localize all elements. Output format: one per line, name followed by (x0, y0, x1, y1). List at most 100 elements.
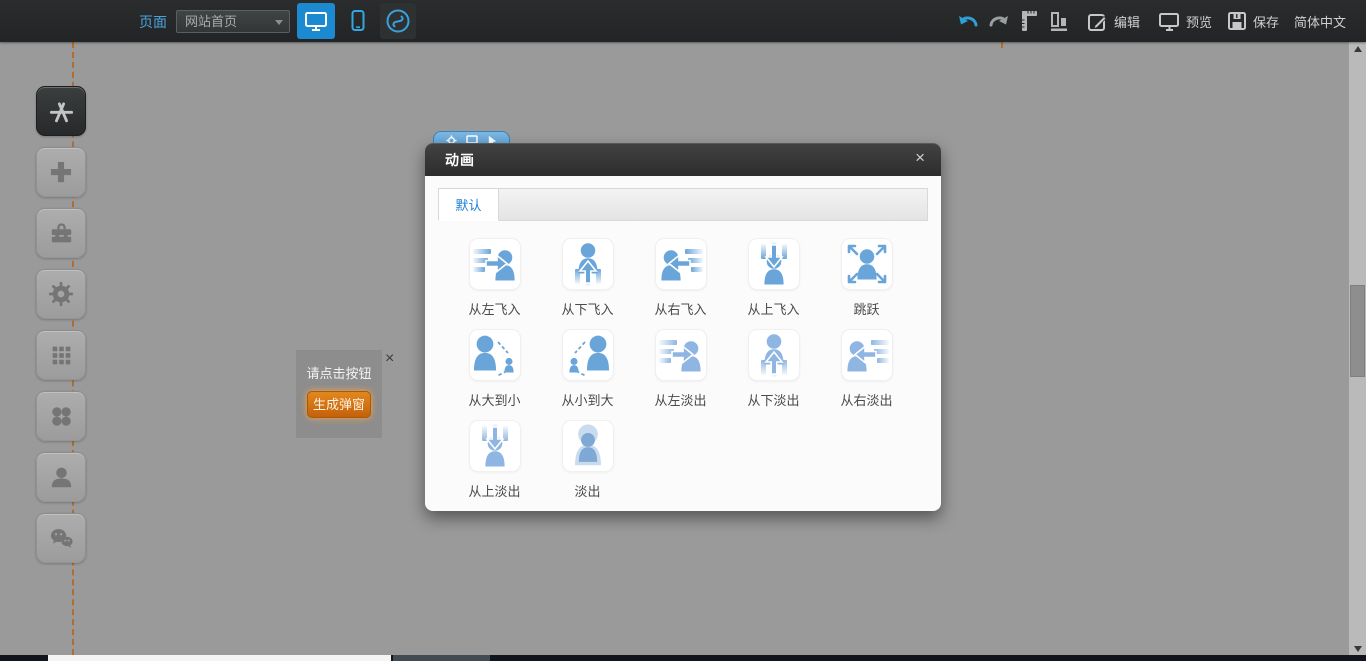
small-to-big-icon (564, 331, 612, 379)
sidebar-item-app-market[interactable] (36, 86, 86, 136)
desktop-view-button[interactable] (297, 3, 335, 39)
modal-close-icon[interactable]: × (915, 149, 925, 168)
stats-icon (1048, 9, 1070, 33)
sidebar-item-member[interactable] (36, 452, 86, 502)
modal-body: 默认 从左飞入 从 (425, 176, 941, 511)
preview-label: 预览 (1186, 12, 1212, 31)
bottom-strip-gray-segment (393, 655, 490, 661)
animation-option[interactable]: 从右飞入 (634, 238, 727, 318)
modal-title: 动画 (445, 150, 475, 170)
modal-header: 动画 × (425, 143, 941, 176)
animation-label: 跳跃 (853, 299, 879, 318)
animation-option[interactable]: 跳跃 (820, 238, 913, 318)
redo-icon (988, 11, 1010, 31)
big-to-small-icon (471, 331, 519, 379)
sidebar-item-wechat[interactable] (36, 513, 86, 563)
fly-in-top-icon (750, 240, 798, 288)
undo-button[interactable] (957, 0, 979, 42)
animation-option[interactable]: 从小到大 (541, 329, 634, 409)
fade-out-icon (564, 422, 612, 470)
save-icon (1226, 10, 1248, 32)
grid-icon (48, 342, 75, 369)
save-button[interactable]: 保存 (1226, 0, 1279, 42)
undo-icon (957, 11, 979, 31)
animation-label: 从大到小 (468, 390, 520, 409)
animation-grid: 从左飞入 从下飞入 从右飞入 (438, 221, 928, 500)
fly-in-left-icon (471, 240, 519, 288)
animation-label: 从右飞入 (654, 299, 706, 318)
edit-icon (1086, 10, 1109, 33)
popup-trigger-widget: 请点击按钮 生成弹窗 (296, 350, 382, 438)
guide-line-vertical-short (1001, 42, 1003, 48)
animation-label: 从上飞入 (747, 299, 799, 318)
redo-button[interactable] (988, 0, 1010, 42)
left-toolbar (36, 86, 86, 563)
link-icon (385, 8, 411, 34)
ruler-icon (1018, 9, 1040, 33)
toolbox-icon (48, 220, 75, 247)
settings-icon (47, 280, 75, 308)
add-icon (47, 158, 75, 186)
bottom-strip-light-segment (48, 655, 391, 661)
animation-label: 从右淡出 (840, 390, 892, 409)
preview-button[interactable]: 预览 (1158, 0, 1212, 42)
animation-label: 从下淡出 (747, 390, 799, 409)
sidebar-item-add[interactable] (36, 147, 86, 197)
vertical-scrollbar[interactable] (1349, 42, 1366, 655)
animation-label: 淡出 (574, 481, 600, 500)
sidebar-item-components[interactable] (36, 391, 86, 441)
animation-option[interactable]: 从右淡出 (820, 329, 913, 409)
sidebar-item-modules[interactable] (36, 330, 86, 380)
animation-option[interactable]: 从上飞入 (727, 238, 820, 318)
animation-option[interactable]: 从大到小 (448, 329, 541, 409)
edit-label: 编辑 (1114, 12, 1140, 31)
clover-icon (48, 403, 75, 430)
popup-trigger-text: 请点击按钮 (296, 363, 382, 382)
stats-button[interactable] (1048, 0, 1070, 42)
fade-out-left-icon (657, 331, 705, 379)
scroll-up-arrow[interactable] (1349, 42, 1366, 55)
animation-modal: 动画 × 默认 从左飞入 (425, 143, 941, 511)
animation-option[interactable]: 从下飞入 (541, 238, 634, 318)
animation-option[interactable]: 从上淡出 (448, 420, 541, 500)
animation-option[interactable]: 从左飞入 (448, 238, 541, 318)
animation-option[interactable]: 从左淡出 (634, 329, 727, 409)
language-label: 简体中文 (1294, 12, 1346, 31)
fly-in-right-icon (657, 240, 705, 288)
page-label: 页面 (139, 12, 167, 32)
wechat-icon (48, 525, 75, 552)
top-toolbar: 页面 网站首页 编辑 预览 (0, 0, 1366, 42)
fade-out-right-icon (843, 331, 891, 379)
ruler-button[interactable] (1018, 0, 1040, 42)
link-mode-button[interactable] (380, 3, 416, 39)
tab-default[interactable]: 默认 (438, 188, 499, 221)
user-icon (48, 464, 75, 491)
app-market-icon (48, 98, 75, 125)
jump-icon (843, 240, 891, 288)
bottom-strip (0, 655, 1366, 661)
animation-label: 从下飞入 (561, 299, 613, 318)
page-select-value: 网站首页 (185, 14, 237, 29)
scrollbar-thumb[interactable] (1350, 285, 1365, 377)
sidebar-item-settings[interactable] (36, 269, 86, 319)
editor-screen: 页面 网站首页 编辑 预览 (0, 0, 1366, 661)
widget-close-icon[interactable]: × (385, 351, 394, 367)
animation-label: 从上淡出 (468, 481, 520, 500)
animation-option[interactable]: 从下淡出 (727, 329, 820, 409)
fade-out-bottom-icon (750, 331, 798, 379)
animation-label: 从左淡出 (654, 390, 706, 409)
sidebar-item-toolbox[interactable] (36, 208, 86, 258)
mobile-icon (346, 9, 370, 33)
animation-option[interactable]: 淡出 (541, 420, 634, 500)
edit-button[interactable]: 编辑 (1086, 0, 1140, 42)
animation-label: 从左飞入 (468, 299, 520, 318)
generate-popup-button[interactable]: 生成弹窗 (307, 391, 371, 418)
language-switch[interactable]: 简体中文 (1294, 0, 1346, 42)
mobile-view-button[interactable] (342, 3, 374, 39)
fly-in-bottom-icon (564, 240, 612, 288)
page-select-dropdown[interactable]: 网站首页 (176, 10, 290, 33)
scroll-down-arrow[interactable] (1349, 642, 1366, 655)
animation-label: 从小到大 (561, 390, 613, 409)
preview-monitor-icon (1158, 10, 1181, 33)
fade-out-top-icon (471, 422, 519, 470)
